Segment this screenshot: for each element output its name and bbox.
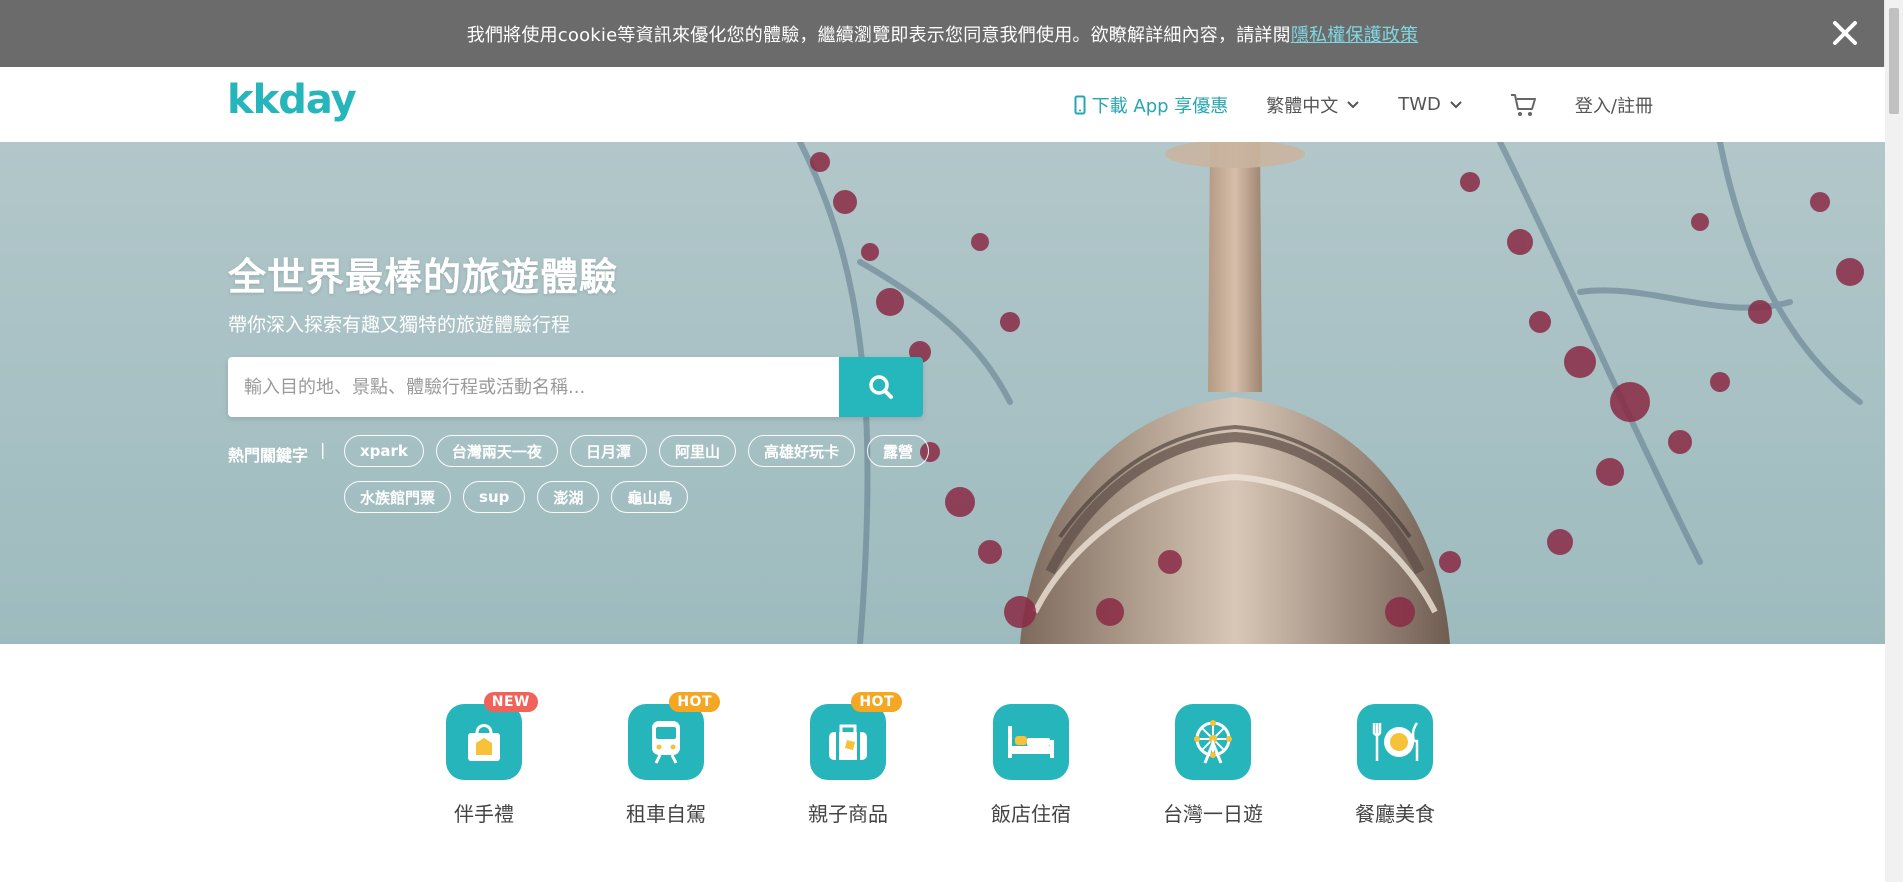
keyword-tag[interactable]: 高雄好玩卡 [747,435,855,467]
hero-title: 全世界最棒的旅遊體驗 [228,255,619,299]
dining-icon [1372,722,1419,761]
category-label: 租車自駕 [626,802,706,826]
chevron-down-icon [1347,100,1359,108]
keyword-tag[interactable]: 日月潭 [569,435,647,467]
category-label: 台灣一日遊 [1163,802,1263,826]
category-icon-tile [1175,704,1251,780]
category-label: 伴手禮 [454,802,514,826]
ferris-wheel-icon [1194,720,1232,764]
close-icon[interactable] [1829,17,1861,49]
new-badge: NEW [483,692,538,712]
language-selector[interactable]: 繁體中文 [1266,92,1360,118]
cookie-message: 我們將使用cookie等資訊來優化您的體驗，繼續瀏覽即表示您同意我們使用。欲瞭解… [466,24,1291,46]
search-input[interactable] [228,357,839,417]
keyword-tag[interactable]: xpark [344,435,424,467]
keyword-tag[interactable]: sup [463,481,526,513]
category-souvenirs[interactable]: NEW 伴手禮 [419,692,549,827]
hot-badge: HOT [851,692,902,712]
hero-banner: 全世界最棒的旅遊體驗 帶你深入探索有趣又獨特的旅遊體驗行程 熱門關鍵字 | xp… [0,142,1885,644]
search-icon [869,375,893,399]
privacy-policy-link[interactable]: 隱私權保護政策 [1291,21,1418,47]
logo-text: kkday [227,79,357,123]
download-app-link[interactable]: 下載 App 享優惠 [1074,92,1229,118]
hero-subtitle: 帶你深入探索有趣又獨特的旅遊體驗行程 [228,314,571,336]
download-app-label: 下載 App 享優惠 [1091,95,1229,117]
popular-keywords-label: 熱門關鍵字 [228,446,309,465]
language-label: 繁體中文 [1266,95,1339,117]
category-label: 飯店住宿 [991,802,1071,826]
category-label: 親子商品 [808,802,888,826]
category-day-tours[interactable]: 台灣一日遊 [1148,704,1278,827]
category-icon-tile: HOT [628,692,720,780]
currency-selector[interactable]: TWD [1398,94,1463,115]
category-hotels[interactable]: 飯店住宿 [966,704,1096,827]
header-nav: 下載 App 享優惠 繁體中文 TWD 登入/註冊 [1074,67,1653,142]
keyword-tag[interactable]: 阿里山 [658,435,736,467]
category-icon-tile [993,704,1069,780]
category-shortcuts: NEW 伴手禮 HOT 租車自駕 HOT 親子商品 飯店住宿 台灣一日遊 餐廳美… [0,644,1885,882]
category-family[interactable]: HOT 親子商品 [783,692,913,827]
chevron-down-icon [1450,100,1462,108]
category-icon-tile: NEW [446,692,538,780]
keyword-tag[interactable]: 水族館門票 [344,481,452,513]
keyword-tag[interactable]: 澎湖 [537,481,600,513]
cookie-consent-bar: 我們將使用cookie等資訊來優化您的體驗，繼續瀏覽即表示您同意我們使用。欲瞭解… [0,0,1885,67]
category-icon-tile [1357,704,1433,780]
search-button[interactable] [839,357,923,417]
luggage-icon [829,724,867,760]
category-car-rental[interactable]: HOT 租車自駕 [601,692,731,827]
bed-icon [1008,726,1054,758]
gift-bag-icon [468,724,500,761]
search-bar [228,357,923,417]
keyword-tag[interactable]: 龜山島 [611,481,689,513]
site-header: kkday 下載 App 享優惠 繁體中文 TWD 登入/註冊 [0,67,1885,143]
login-label: 登入/註冊 [1574,95,1653,117]
kkday-logo[interactable]: kkday [227,79,357,129]
train-icon [652,721,680,764]
category-restaurants[interactable]: 餐廳美食 [1330,704,1460,827]
scrollbar-thumb[interactable] [1889,8,1899,114]
keywords-divider: | [320,440,326,459]
keyword-tag[interactable]: 台灣兩天一夜 [435,435,558,467]
login-register-link[interactable]: 登入/註冊 [1575,92,1653,118]
cart-icon [1510,93,1536,116]
cart-button[interactable] [1501,92,1537,118]
category-icon-tile: HOT [810,692,902,780]
keyword-tag[interactable]: 露營 [866,435,929,467]
popular-keywords: xpark 台灣兩天一夜 日月潭 阿里山 高雄好玩卡 露營 水族館門票 sup … [344,435,964,527]
page-scrollbar[interactable] [1884,0,1903,882]
phone-icon [1074,95,1086,114]
currency-label: TWD [1398,94,1441,115]
category-label: 餐廳美食 [1355,802,1435,826]
hot-badge: HOT [669,692,720,712]
